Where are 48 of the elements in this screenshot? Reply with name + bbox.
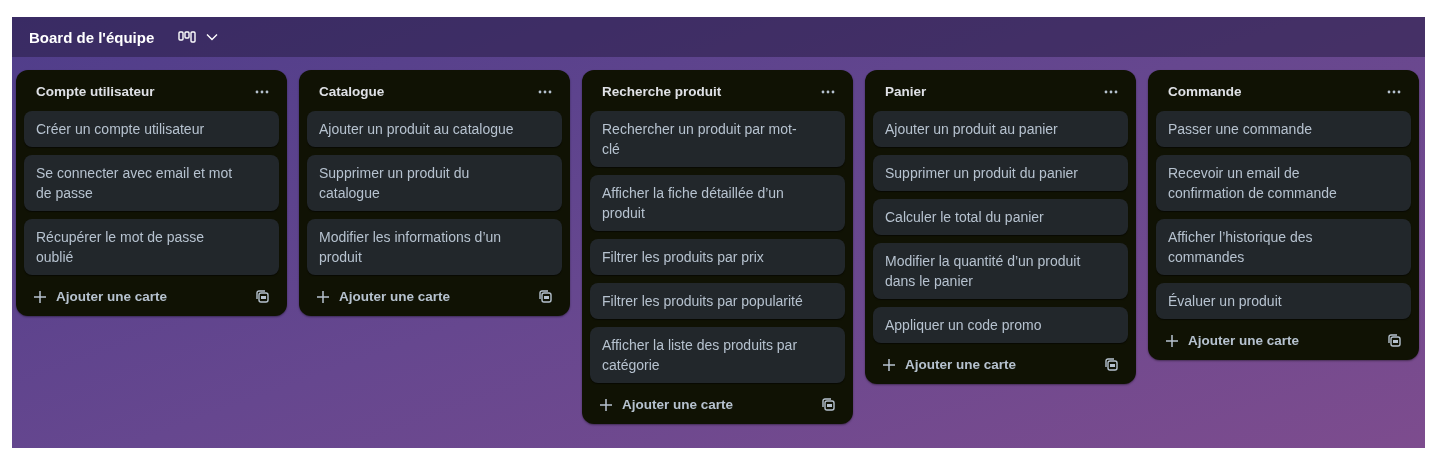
- more-icon[interactable]: [538, 89, 552, 94]
- task-card[interactable]: Recevoir un email de confirmation de commande: [1156, 155, 1411, 211]
- add-card-button[interactable]: Ajouter une carte: [34, 287, 168, 306]
- task-card[interactable]: Rechercher un produit par mot-clé: [590, 111, 845, 167]
- more-icon[interactable]: [821, 89, 835, 94]
- plus-icon: [883, 358, 895, 371]
- task-card[interactable]: Supprimer un produit du catalogue: [307, 155, 562, 211]
- add-card-button[interactable]: Ajouter une carte: [600, 395, 734, 414]
- task-card[interactable]: Modifier la quantité d’un produit dans le panier: [873, 243, 1128, 299]
- task-card[interactable]: Afficher la fiche détaillée d’un produit: [590, 175, 845, 231]
- plus-icon: [34, 290, 46, 303]
- add-card-button[interactable]: Ajouter une carte: [317, 287, 451, 306]
- template-icon[interactable]: [256, 290, 269, 303]
- task-card[interactable]: Supprimer un produit du panier: [873, 155, 1128, 191]
- template-icon[interactable]: [539, 290, 552, 303]
- plus-icon: [600, 398, 612, 411]
- plus-icon: [1166, 334, 1178, 347]
- task-card[interactable]: Filtrer les produits par popularité: [590, 283, 845, 319]
- more-icon[interactable]: [1387, 89, 1401, 94]
- more-icon[interactable]: [255, 89, 269, 94]
- task-card[interactable]: Appliquer un code promo: [873, 307, 1128, 343]
- list-title: Commande: [1168, 84, 1242, 99]
- task-card[interactable]: Créer un compte utilisateur: [24, 111, 279, 147]
- add-card-button[interactable]: Ajouter une carte: [883, 355, 1017, 374]
- template-icon[interactable]: [1388, 334, 1401, 347]
- more-icon[interactable]: [1104, 89, 1118, 94]
- task-card[interactable]: Ajouter un produit au panier: [873, 111, 1128, 147]
- add-card-button[interactable]: Ajouter une carte: [1166, 331, 1300, 350]
- task-card[interactable]: Afficher l’historique des commandes: [1156, 219, 1411, 275]
- task-card[interactable]: Passer une commande: [1156, 111, 1411, 147]
- task-card[interactable]: Récupérer le mot de passe oublié: [24, 219, 279, 275]
- template-icon[interactable]: [822, 398, 835, 411]
- list-title: Catalogue: [319, 84, 385, 99]
- board-title: Board de l'équipe: [29, 28, 155, 46]
- board-view-icon: [178, 31, 199, 43]
- list-title: Compte utilisateur: [36, 84, 155, 99]
- task-card[interactable]: Afficher la liste des produits par catégorie: [590, 327, 845, 383]
- task-card[interactable]: Se connecter avec email et mot de passe: [24, 155, 279, 211]
- task-card[interactable]: Filtrer les produits par prix: [590, 239, 845, 275]
- template-icon[interactable]: [1105, 358, 1118, 371]
- task-card[interactable]: Modifier les informations d’un produit: [307, 219, 562, 275]
- task-card[interactable]: Calculer le total du panier: [873, 199, 1128, 235]
- plus-icon: [317, 290, 329, 303]
- list-title: Recherche produit: [602, 84, 722, 99]
- task-card[interactable]: Ajouter un produit au catalogue: [307, 111, 562, 147]
- task-card[interactable]: Évaluer un produit: [1156, 283, 1411, 319]
- list-title: Panier: [885, 84, 927, 99]
- chevron-down-icon: [206, 33, 219, 41]
